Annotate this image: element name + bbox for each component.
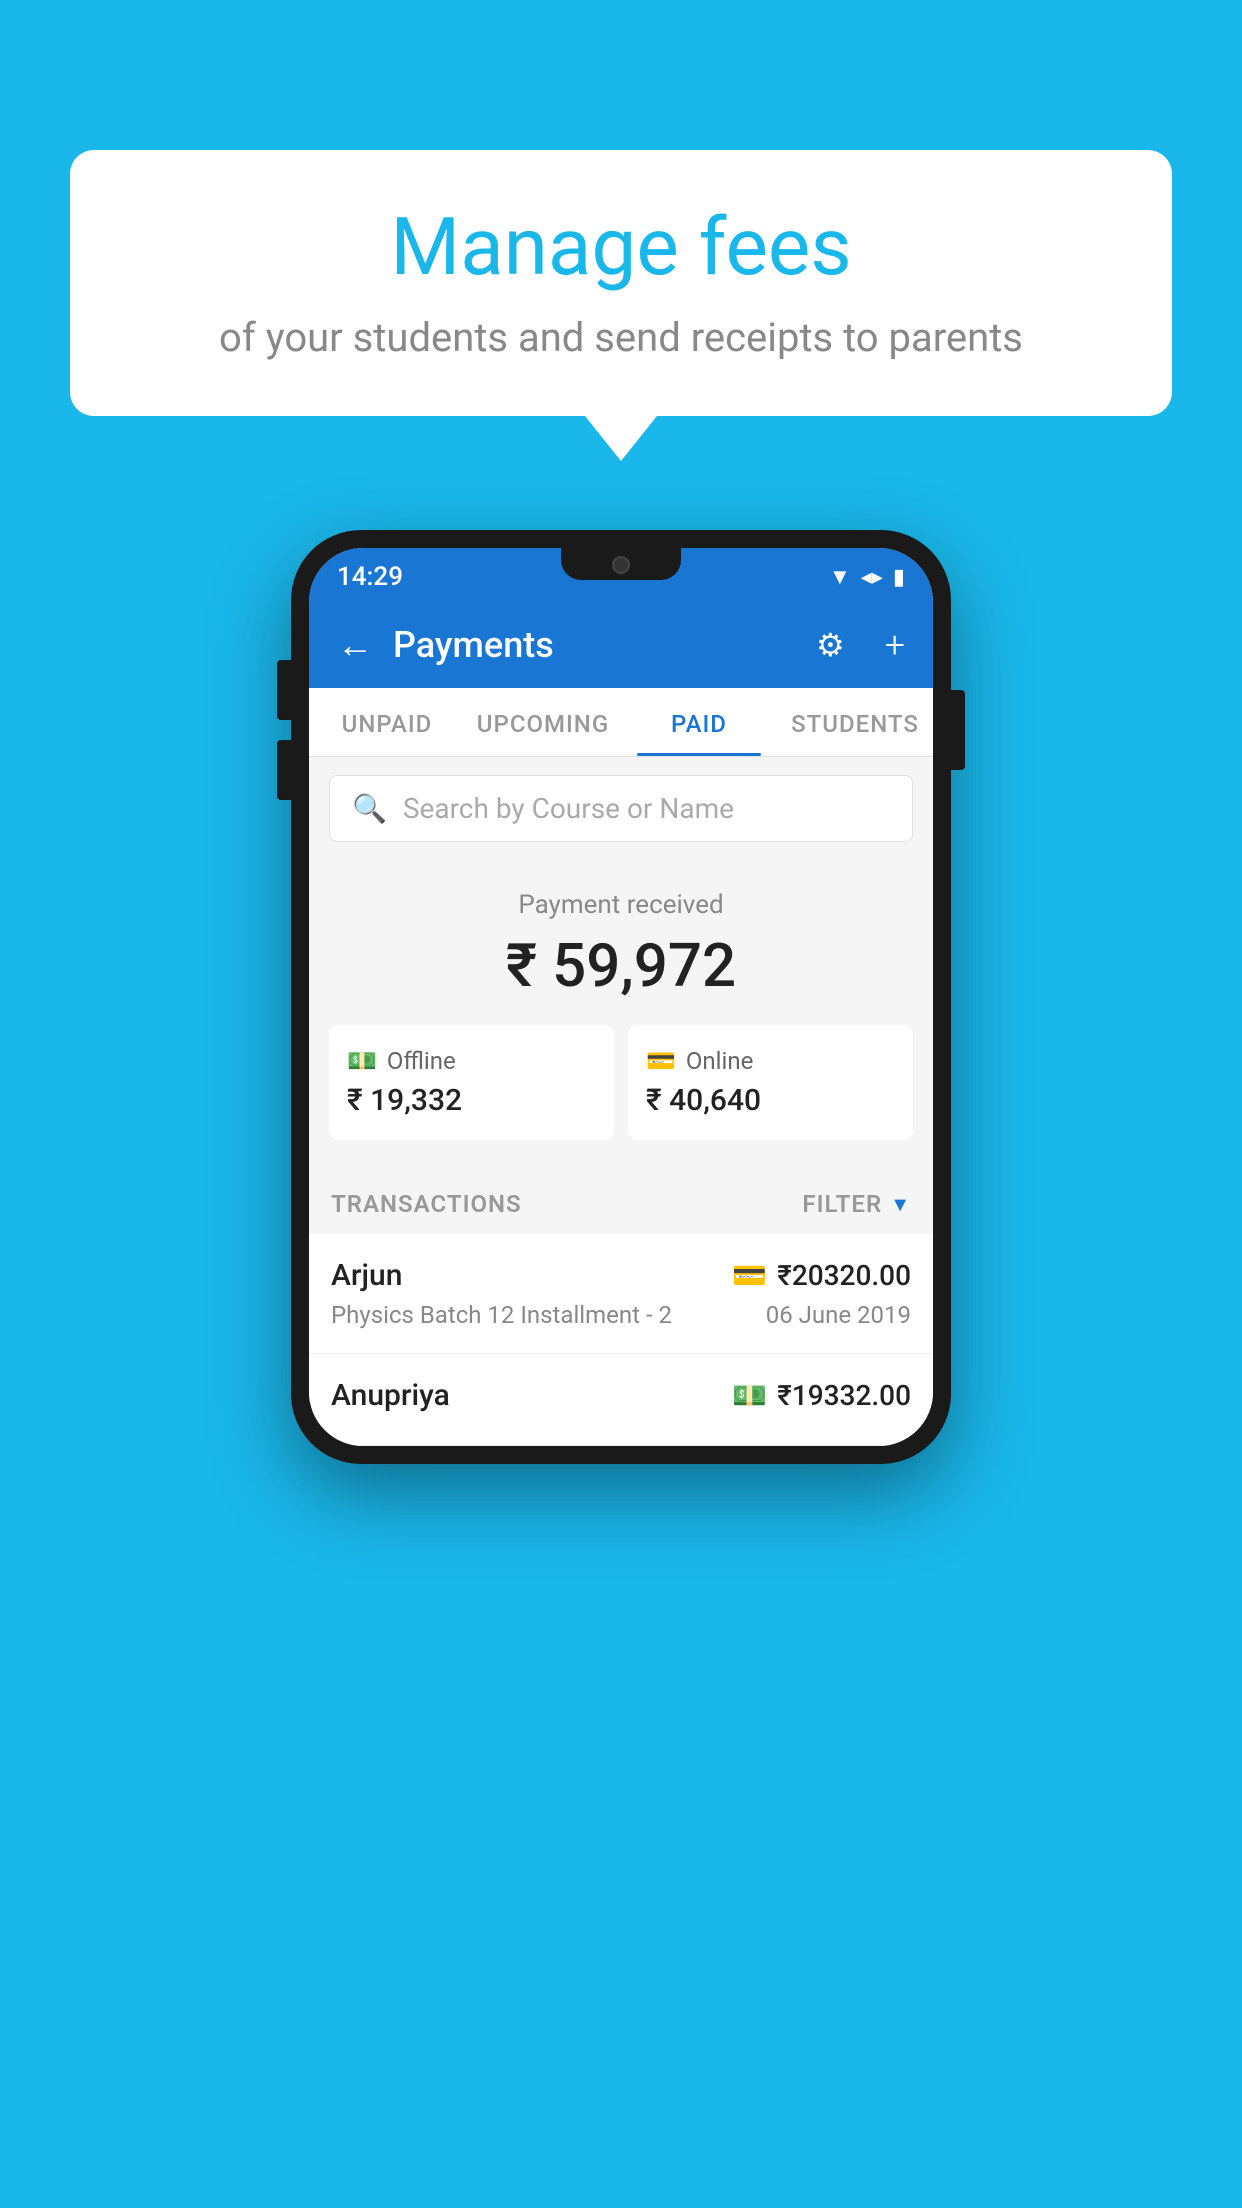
tab-students[interactable]: STUDENTS — [777, 688, 933, 756]
student-name: Anupriya — [331, 1378, 450, 1413]
status-time: 14:29 — [337, 562, 403, 592]
search-bar[interactable]: 🔍 Search by Course or Name — [329, 775, 913, 842]
cash-icon: 💵 — [347, 1047, 377, 1075]
filter-button[interactable]: FILTER ▼ — [802, 1190, 911, 1218]
status-icons: ▼ ◂▸ ▮ — [829, 564, 905, 590]
offline-amount: ₹ 19,332 — [347, 1083, 596, 1118]
speech-bubble: Manage fees of your students and send re… — [70, 150, 1172, 416]
front-camera — [612, 556, 630, 574]
phone-notch — [561, 548, 681, 580]
course-info: Physics Batch 12 Installment - 2 — [331, 1301, 672, 1329]
filter-label: FILTER — [802, 1190, 882, 1218]
wifi-icon: ▼ — [829, 564, 851, 590]
phone-container: 14:29 ▼ ◂▸ ▮ ← Payments ⚙ + UNPAID — [291, 530, 951, 1464]
transaction-bottom: Physics Batch 12 Installment - 2 06 June… — [331, 1301, 911, 1329]
payment-summary: Payment received ₹ 59,972 💵 Offline ₹ 19… — [309, 860, 933, 1170]
cash-payment-icon: 💵 — [732, 1379, 767, 1412]
signal-icon: ◂▸ — [861, 565, 883, 590]
search-container: 🔍 Search by Course or Name — [309, 757, 933, 860]
payment-cards: 💵 Offline ₹ 19,332 💳 Online ₹ 40,640 — [329, 1025, 913, 1140]
offline-payment-card: 💵 Offline ₹ 19,332 — [329, 1025, 614, 1140]
transaction-date: 06 June 2019 — [766, 1301, 911, 1329]
search-placeholder: Search by Course or Name — [403, 792, 734, 825]
transaction-row[interactable]: Anupriya 💵 ₹19332.00 — [309, 1354, 933, 1446]
app-header: ← Payments ⚙ + — [309, 602, 933, 688]
transactions-header: TRANSACTIONS FILTER ▼ — [309, 1170, 933, 1234]
bubble-title: Manage fees — [130, 200, 1112, 294]
back-button[interactable]: ← — [337, 624, 373, 666]
online-amount: ₹ 40,640 — [646, 1083, 895, 1118]
transaction-top: Arjun 💳 ₹20320.00 — [331, 1258, 911, 1293]
tab-upcoming[interactable]: UPCOMING — [465, 688, 621, 756]
tab-unpaid[interactable]: UNPAID — [309, 688, 465, 756]
card-icon: 💳 — [646, 1047, 676, 1075]
speech-bubble-container: Manage fees of your students and send re… — [70, 150, 1172, 416]
tab-bar: UNPAID UPCOMING PAID STUDENTS — [309, 688, 933, 757]
tab-paid[interactable]: PAID — [621, 688, 777, 756]
phone-frame: 14:29 ▼ ◂▸ ▮ ← Payments ⚙ + UNPAID — [291, 530, 951, 1464]
payment-total-amount: ₹ 59,972 — [329, 930, 913, 1001]
transaction-top: Anupriya 💵 ₹19332.00 — [331, 1378, 911, 1413]
transaction-amount: 💵 ₹19332.00 — [732, 1379, 911, 1412]
card-payment-icon: 💳 — [732, 1259, 767, 1292]
power-button — [951, 690, 965, 770]
page-title: Payments — [393, 624, 796, 666]
settings-icon[interactable]: ⚙ — [816, 626, 845, 664]
payment-received-label: Payment received — [329, 890, 913, 920]
online-payment-card: 💳 Online ₹ 40,640 — [628, 1025, 913, 1140]
add-button[interactable]: + — [885, 624, 905, 666]
phone-screen: 14:29 ▼ ◂▸ ▮ ← Payments ⚙ + UNPAID — [309, 548, 933, 1446]
offline-label-row: 💵 Offline — [347, 1047, 596, 1075]
transactions-label: TRANSACTIONS — [331, 1190, 522, 1218]
search-icon: 🔍 — [352, 792, 387, 825]
transaction-row[interactable]: Arjun 💳 ₹20320.00 Physics Batch 12 Insta… — [309, 1234, 933, 1354]
battery-icon: ▮ — [893, 565, 905, 590]
transaction-amount: 💳 ₹20320.00 — [732, 1259, 911, 1292]
volume-down-button — [277, 740, 291, 800]
bubble-subtitle: of your students and send receipts to pa… — [130, 314, 1112, 361]
student-name: Arjun — [331, 1258, 402, 1293]
filter-icon: ▼ — [890, 1192, 911, 1217]
online-label-row: 💳 Online — [646, 1047, 895, 1075]
volume-up-button — [277, 660, 291, 720]
